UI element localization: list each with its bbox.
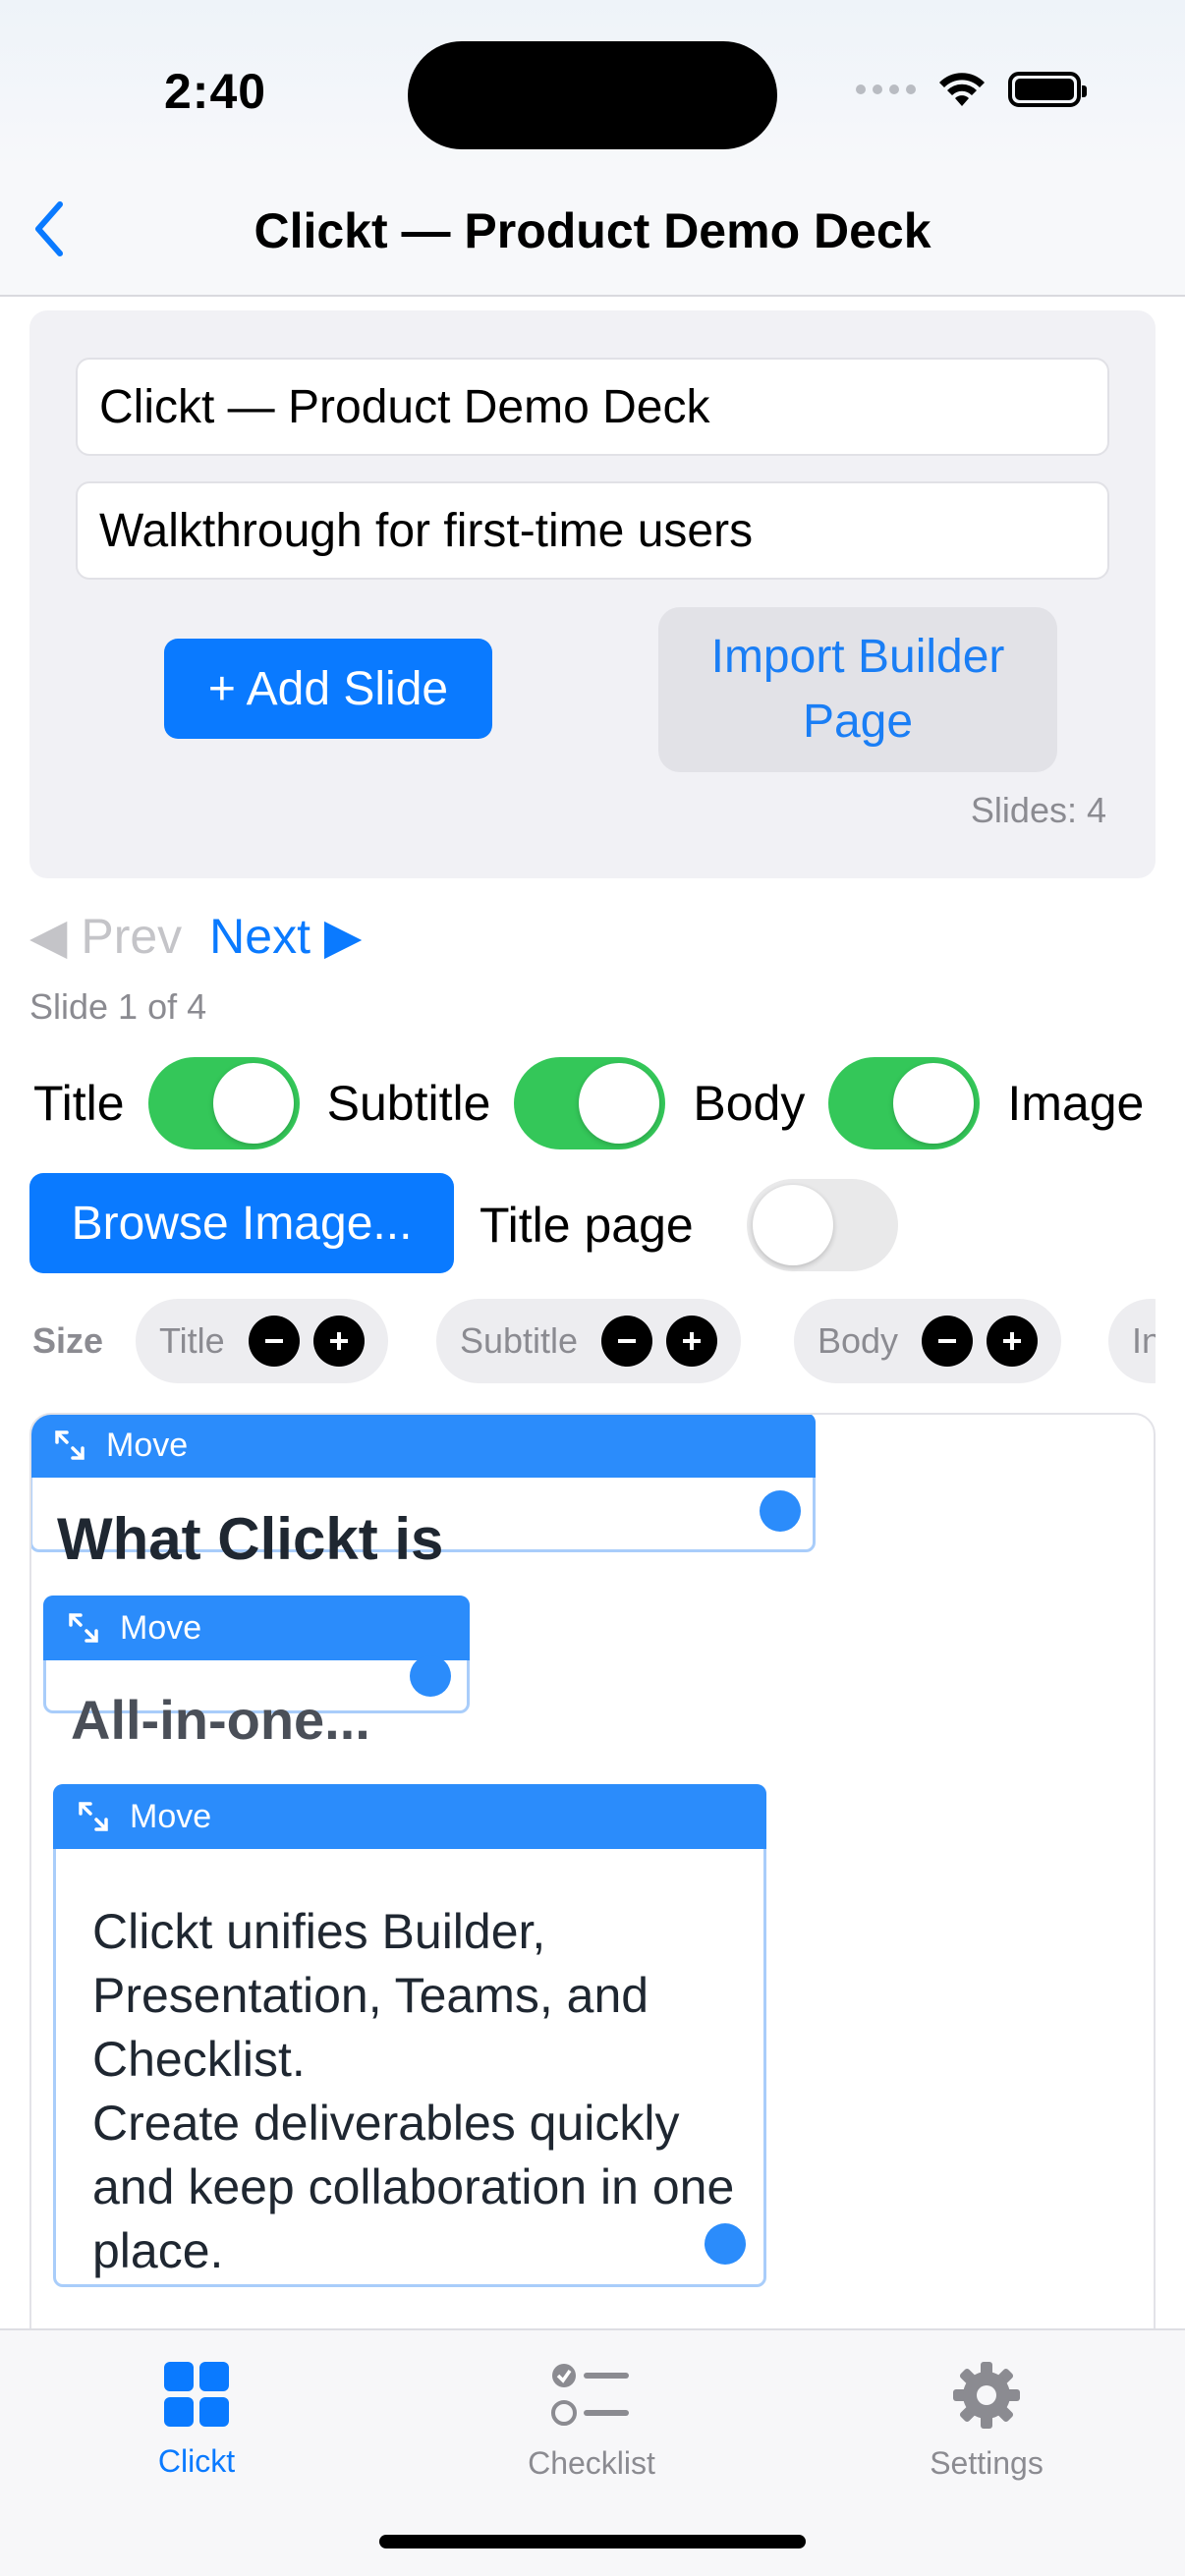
tab-label: Checklist: [528, 2445, 655, 2481]
title-page-toggle[interactable]: [747, 1179, 898, 1271]
prev-button[interactable]: ◀ Prev: [29, 908, 182, 965]
chip-label: In: [1132, 1320, 1156, 1361]
body-toggle-label: Body: [693, 1076, 806, 1131]
subtitle-resize-handle[interactable]: [410, 1655, 451, 1697]
increase-title-size-button[interactable]: [312, 1316, 365, 1367]
resize-arrows-icon: [69, 1613, 98, 1643]
title-resize-handle[interactable]: [760, 1490, 801, 1532]
gear-icon: [953, 2362, 1020, 2429]
slide-subtitle-text: All-in-one...: [71, 1689, 370, 1751]
title-toggle[interactable]: [147, 1057, 300, 1149]
slides-count: Slides: 4: [970, 790, 1106, 830]
title-page-label: Title page: [480, 1198, 694, 1253]
resize-arrows-icon: [79, 1802, 108, 1831]
deck-title-field[interactable]: Clickt — Product Demo Deck: [76, 358, 1109, 456]
element-toggles: Title Subtitle Body Image: [33, 1057, 1144, 1149]
slide-canvas: Move What Clickt is Move All-in-one... M…: [29, 1413, 1156, 2405]
deck-settings-card: Clickt — Product Demo Deck Walkthrough f…: [29, 310, 1156, 878]
slide-pager: ◀ Prev Next ▶: [29, 908, 362, 965]
body-move-handle[interactable]: Move: [53, 1784, 766, 1849]
decrease-subtitle-size-button[interactable]: [601, 1316, 653, 1367]
chip-label: Title: [159, 1320, 225, 1361]
add-slide-button[interactable]: + Add Slide: [164, 639, 492, 739]
plus-icon: [683, 1332, 702, 1350]
tab-label: Settings: [930, 2445, 1044, 2481]
size-controls: Size Title Subtitle Body In: [0, 1297, 1156, 1385]
move-label: Move: [120, 1608, 202, 1647]
move-label: Move: [130, 1797, 212, 1835]
plus-icon: [329, 1332, 348, 1350]
size-label: Size: [32, 1320, 104, 1361]
subtitle-toggle[interactable]: [514, 1057, 666, 1149]
minus-icon: [618, 1339, 637, 1343]
next-button[interactable]: Next ▶: [209, 908, 362, 965]
checklist-icon: [551, 2364, 629, 2426]
slide-title-text: What Clickt is: [57, 1506, 444, 1572]
battery-icon: [1008, 72, 1087, 107]
image-toggle-label: Image: [1007, 1076, 1145, 1131]
tab-checklist[interactable]: Checklist: [474, 2360, 709, 2482]
status-bar: 2:40: [0, 0, 1185, 167]
title-size-chip: Title: [136, 1299, 388, 1383]
move-label: Move: [106, 1426, 189, 1464]
status-time: 2:40: [164, 64, 267, 119]
wifi-icon: [939, 73, 985, 106]
decrease-body-size-button[interactable]: [922, 1316, 974, 1367]
minus-icon: [264, 1339, 283, 1343]
status-icons: [856, 71, 1087, 108]
deck-subtitle-field[interactable]: Walkthrough for first-time users: [76, 481, 1109, 580]
tab-settings[interactable]: Settings: [869, 2360, 1104, 2482]
body-size-chip: Body: [794, 1299, 1062, 1383]
title-move-handle[interactable]: Move: [31, 1415, 816, 1478]
title-toggle-label: Title: [33, 1076, 125, 1131]
signal-icon: [856, 84, 916, 94]
subtitle-move-handle[interactable]: Move: [43, 1596, 470, 1660]
home-indicator: [379, 2535, 806, 2548]
increase-subtitle-size-button[interactable]: [666, 1316, 718, 1367]
resize-arrows-icon: [55, 1430, 85, 1460]
slide-body-text: Clickt unifies Builder, Presentation, Te…: [92, 1904, 735, 2278]
chip-label: Body: [818, 1320, 899, 1361]
navigation-bar: Clickt — Product Demo Deck: [0, 167, 1185, 297]
body-toggle[interactable]: [828, 1057, 981, 1149]
subtitle-toggle-label: Subtitle: [326, 1076, 491, 1131]
tab-clickt[interactable]: Clickt: [79, 2360, 314, 2480]
slide-position: Slide 1 of 4: [29, 986, 207, 1027]
chip-label: Subtitle: [460, 1320, 579, 1361]
increase-body-size-button[interactable]: [987, 1316, 1039, 1367]
subtitle-size-chip: Subtitle: [436, 1299, 742, 1383]
grid-icon: [164, 2362, 229, 2427]
browse-image-button[interactable]: Browse Image...: [29, 1173, 454, 1273]
image-size-chip[interactable]: In: [1108, 1299, 1156, 1383]
tab-label: Clickt: [157, 2443, 236, 2479]
import-builder-page-button[interactable]: Import Builder Page: [658, 607, 1057, 772]
minus-icon: [938, 1339, 957, 1343]
dynamic-island: [408, 41, 777, 149]
plus-icon: [1003, 1332, 1022, 1350]
page-title: Clickt — Product Demo Deck: [254, 203, 931, 258]
decrease-title-size-button[interactable]: [248, 1316, 300, 1367]
